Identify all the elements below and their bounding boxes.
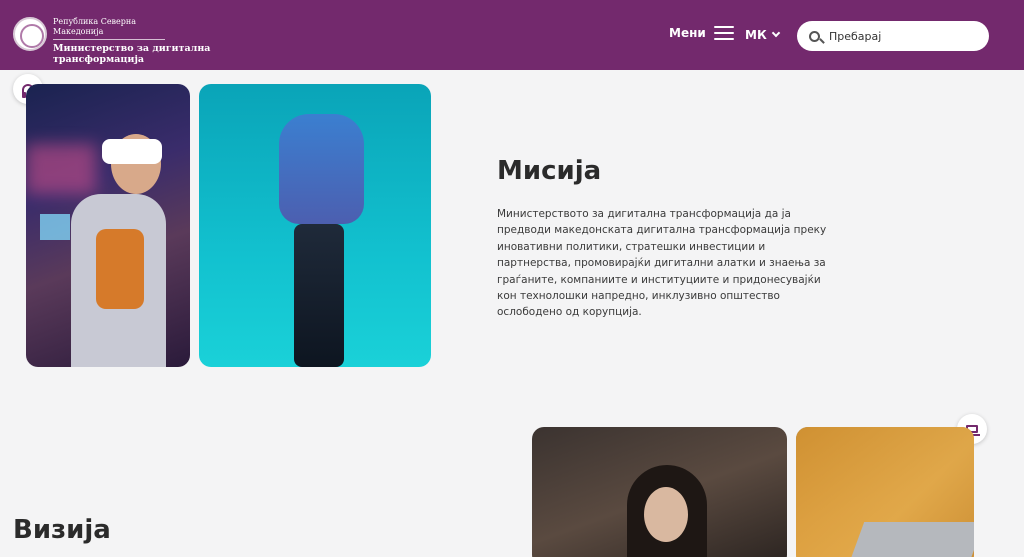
search-icon — [809, 30, 820, 42]
robotic-hand-image — [199, 84, 431, 367]
site-header: Република Северна Македонија Министерств… — [0, 0, 1024, 70]
logo-ministry-name-line2: трансформација — [53, 54, 145, 65]
menu-button[interactable]: Мени — [669, 26, 734, 40]
mission-paragraph: Министерството за дигитална трансформаци… — [497, 208, 827, 319]
search-box[interactable] — [797, 21, 989, 51]
site-logo-text[interactable]: Република Северна Македонија Министерств… — [53, 17, 210, 65]
woman-laptop-image — [532, 427, 787, 557]
logo-ministry-name-line1: Министерство за дигитална — [53, 43, 211, 54]
language-selector[interactable]: МК — [745, 28, 780, 42]
hamburger-icon — [713, 26, 734, 40]
menu-label: Мени — [669, 26, 706, 40]
logo-country-name: Република Северна Македонија — [53, 17, 165, 40]
typing-laptop-image — [796, 427, 974, 557]
search-input[interactable] — [829, 29, 969, 43]
coat-of-arms-logo[interactable] — [13, 17, 47, 51]
language-label: МК — [745, 28, 767, 42]
mission-heading: Мисија — [497, 156, 602, 186]
chevron-down-icon — [771, 28, 780, 38]
vr-person-image — [26, 84, 190, 367]
vision-heading: Визија — [13, 515, 111, 545]
